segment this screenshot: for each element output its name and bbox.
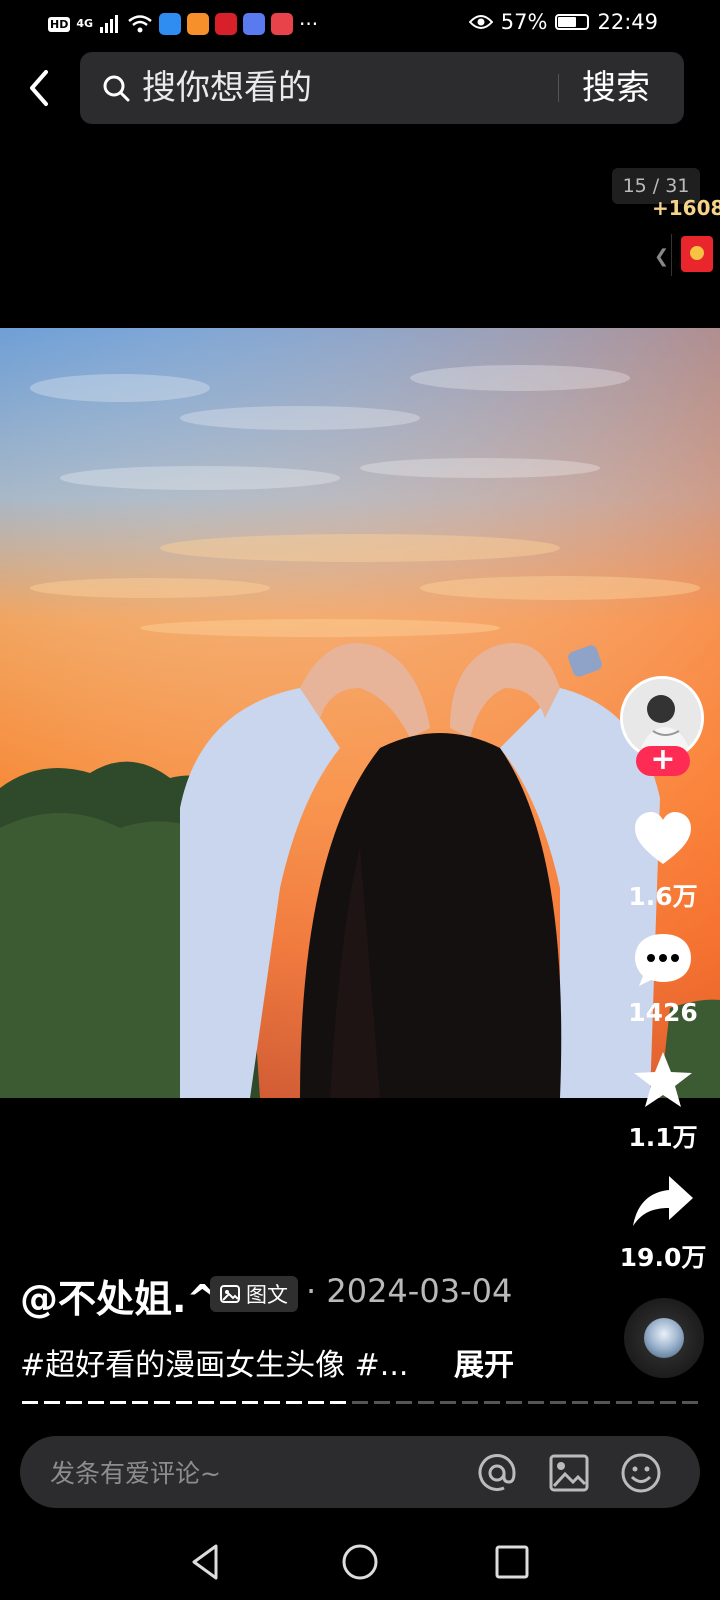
progress-segment	[66, 1401, 82, 1404]
search-bar[interactable]: 搜你想看的 搜索	[80, 52, 684, 124]
video-app-icon	[187, 13, 210, 35]
progress-segment	[44, 1401, 60, 1404]
search-input[interactable]: 搜你想看的	[142, 66, 312, 110]
progress-segment	[484, 1401, 500, 1404]
progress-segment	[286, 1401, 302, 1404]
progress-segment	[330, 1401, 346, 1404]
progress-segment	[550, 1401, 566, 1404]
progress-segment	[176, 1401, 192, 1404]
red-packet-icon[interactable]	[681, 236, 713, 272]
like-count: 1.6万	[628, 882, 698, 911]
progress-segment	[396, 1401, 412, 1404]
search-divider	[558, 74, 559, 102]
search-icon	[103, 75, 130, 102]
progress-segment	[506, 1401, 522, 1404]
more-notifications: ···	[299, 12, 319, 36]
signal-icon	[100, 15, 119, 33]
post-image[interactable]	[0, 328, 720, 1098]
nav-back-icon[interactable]	[184, 1540, 228, 1584]
comment-input[interactable]: 发条有爱评论~	[50, 1454, 221, 1490]
music-cover	[644, 1318, 684, 1358]
progress-segment	[572, 1401, 588, 1404]
progress-segment	[638, 1401, 654, 1404]
post-caption[interactable]: #超好看的漫画女生头像 #...	[20, 1340, 408, 1384]
progress-segment	[264, 1401, 280, 1404]
reader-app-icon	[271, 13, 294, 35]
progress-segment	[242, 1401, 258, 1404]
image-progress-bar	[22, 1401, 698, 1405]
like-icon[interactable]	[631, 808, 695, 872]
follow-button[interactable]: +	[636, 745, 690, 776]
wifi-icon	[128, 15, 152, 33]
sunset-heart-photo	[0, 328, 720, 1098]
emoji-icon[interactable]	[620, 1452, 662, 1494]
network-type: 4G	[76, 17, 94, 30]
progress-segment	[220, 1401, 236, 1404]
chevron-left-icon	[30, 70, 48, 106]
comment-count: 1426	[628, 998, 698, 1027]
progress-segment	[528, 1401, 544, 1404]
progress-segment	[110, 1401, 126, 1404]
nav-home-icon[interactable]	[338, 1540, 382, 1584]
progress-segment	[198, 1401, 214, 1404]
battery-icon	[555, 14, 590, 30]
progress-segment	[616, 1401, 632, 1404]
battery-fill	[558, 17, 576, 27]
progress-segment	[154, 1401, 170, 1404]
clock: 22:49	[597, 10, 658, 34]
progress-segment	[88, 1401, 104, 1404]
mention-icon[interactable]	[476, 1452, 518, 1494]
search-button[interactable]: 搜索	[582, 66, 650, 110]
progress-segment	[352, 1401, 368, 1404]
post-type-tag: 图文	[210, 1276, 298, 1312]
hd-badge: HD	[48, 16, 71, 32]
post-type-label: 图文	[246, 1283, 288, 1307]
battery-percent: 57%	[500, 10, 548, 34]
share-icon[interactable]	[631, 1168, 695, 1232]
system-nav-bar	[0, 1520, 720, 1600]
progress-segment	[594, 1401, 610, 1404]
progress-segment	[660, 1401, 676, 1404]
progress-segment	[132, 1401, 148, 1404]
expand-caption-button[interactable]: 展开	[454, 1340, 514, 1384]
progress-segment	[462, 1401, 478, 1404]
post-date: · 2024-03-04	[306, 1272, 513, 1310]
reward-collapse-arrow[interactable]: ❮	[654, 246, 669, 267]
browser-app-icon	[159, 13, 182, 35]
reward-count: +1608	[652, 196, 720, 220]
progress-segment	[308, 1401, 324, 1404]
status-right: 57% 22:49	[468, 10, 658, 34]
status-bar: HD 4G ··· 57% 22:49	[0, 0, 720, 48]
shop-app-icon	[215, 13, 238, 35]
favorite-count: 1.1万	[628, 1123, 698, 1152]
music-app-icon	[243, 13, 266, 35]
nav-recents-icon[interactable]	[490, 1540, 534, 1584]
status-left: HD 4G ···	[48, 12, 318, 36]
music-disc[interactable]	[624, 1298, 704, 1378]
progress-segment	[682, 1401, 698, 1404]
progress-segment	[418, 1401, 434, 1404]
eye-icon	[468, 15, 493, 29]
image-icon	[220, 1285, 240, 1303]
favorite-star-icon[interactable]	[631, 1048, 695, 1112]
comment-bar[interactable]: 发条有爱评论~	[20, 1436, 700, 1508]
progress-segment	[22, 1401, 38, 1404]
share-count: 19.0万	[619, 1243, 707, 1272]
author-name[interactable]: @不处姐.^	[20, 1268, 218, 1323]
reward-divider	[671, 234, 672, 276]
progress-segment	[440, 1401, 456, 1404]
comment-icon[interactable]	[631, 928, 695, 992]
image-upload-icon[interactable]	[548, 1452, 590, 1494]
progress-segment	[374, 1401, 390, 1404]
back-button[interactable]	[20, 66, 60, 110]
